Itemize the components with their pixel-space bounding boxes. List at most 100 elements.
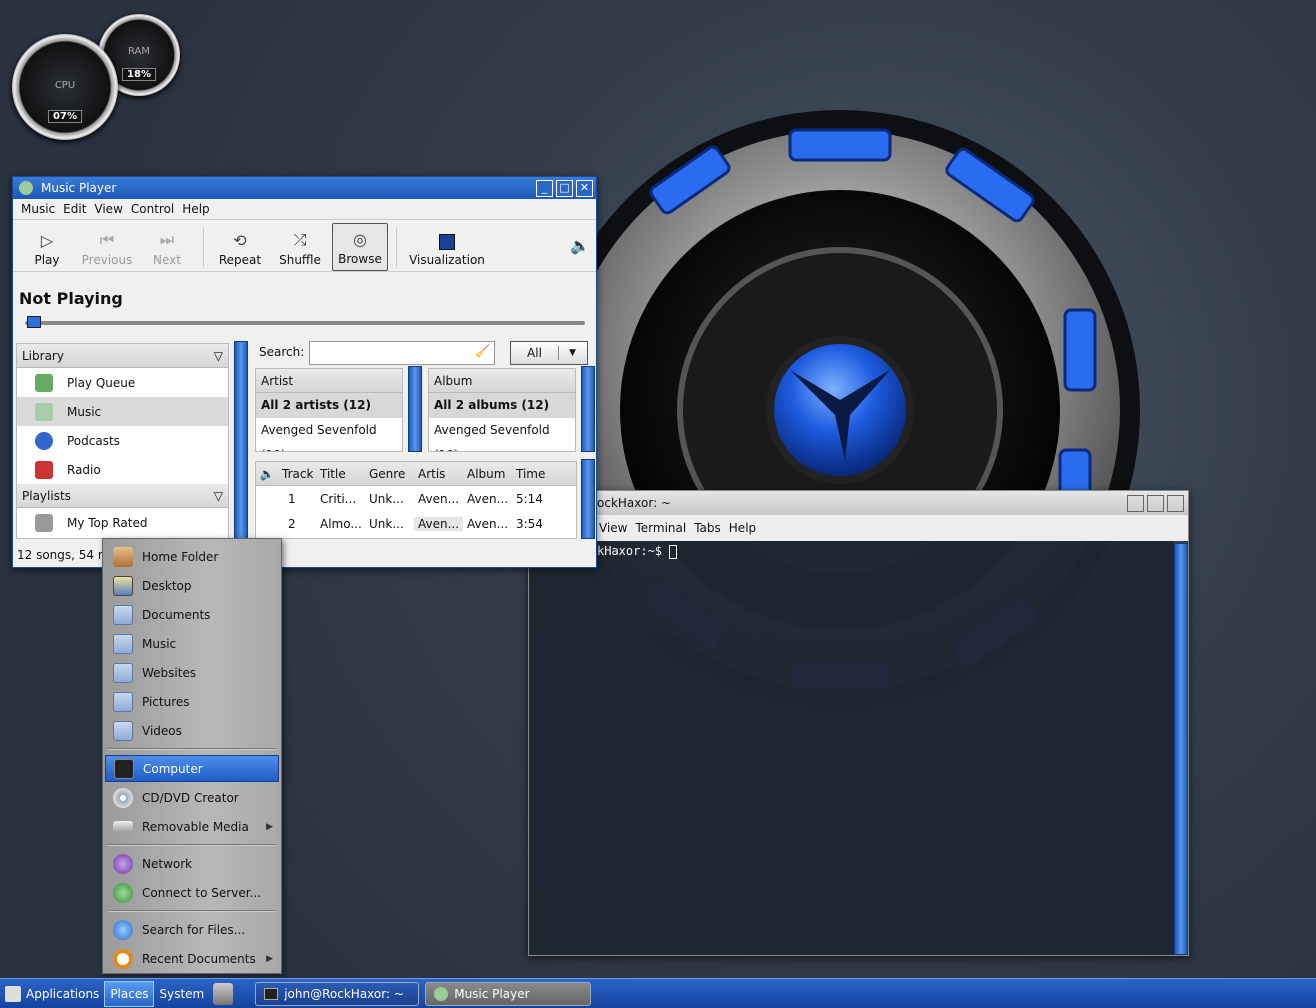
terminal-titlebar[interactable]: ockHaxor: ~ bbox=[529, 491, 1188, 515]
menu-terminal[interactable]: Terminal bbox=[635, 521, 686, 535]
menu-item-documents[interactable]: Documents bbox=[105, 601, 279, 628]
system-menu[interactable]: System bbox=[154, 981, 209, 1007]
col-album[interactable]: Album bbox=[463, 467, 512, 481]
next-label: Next bbox=[153, 253, 181, 267]
repeat-button[interactable]: ⟲ Repeat bbox=[212, 223, 268, 271]
cpu-label: CPU bbox=[54, 80, 76, 91]
maximize-icon[interactable]: □ bbox=[556, 179, 573, 197]
col-artist[interactable]: Artis bbox=[414, 467, 463, 481]
menu-item-network[interactable]: Network bbox=[105, 850, 279, 877]
chevron-down-icon: ▽ bbox=[213, 348, 223, 363]
album-row[interactable]: Avenged Sevenfold (10) bbox=[429, 418, 575, 451]
col-track[interactable]: Track bbox=[278, 467, 316, 481]
previous-button[interactable]: ⏮ Previous bbox=[79, 223, 135, 271]
album-row-all[interactable]: All 2 albums (12) bbox=[429, 393, 575, 418]
task-label: john@RockHaxor: ~ bbox=[284, 986, 404, 1001]
browse-button[interactable]: ◎ Browse bbox=[332, 223, 388, 271]
track-album: Aven... bbox=[467, 491, 509, 506]
close-icon[interactable] bbox=[1167, 494, 1184, 512]
artist-pane: Artist All 2 artists (12) Avenged Sevenf… bbox=[255, 368, 403, 452]
sidebar-scrollbar[interactable] bbox=[234, 341, 248, 539]
terminal-icon bbox=[264, 987, 279, 1000]
menu-tabs[interactable]: Tabs bbox=[694, 521, 721, 535]
applications-menu[interactable]: Applications bbox=[0, 981, 104, 1007]
track-artist: Aven... bbox=[414, 516, 463, 531]
menu-item-recent-documents[interactable]: Recent Documents ▶ bbox=[105, 945, 279, 972]
artist-row-all[interactable]: All 2 artists (12) bbox=[256, 393, 402, 418]
minimize-icon[interactable] bbox=[1127, 494, 1144, 512]
menu-music[interactable]: Music bbox=[21, 202, 55, 216]
close-icon[interactable]: ✕ bbox=[576, 179, 593, 197]
minimize-icon[interactable]: _ bbox=[536, 179, 553, 197]
album-header[interactable]: Album bbox=[429, 369, 575, 393]
menu-item-removable-media[interactable]: Removable Media ▶ bbox=[105, 813, 279, 840]
track-scrollbar[interactable] bbox=[581, 459, 595, 539]
seek-slider[interactable] bbox=[25, 316, 585, 328]
music-player-titlebar[interactable]: Music Player _ □ ✕ bbox=[13, 177, 596, 199]
task-terminal[interactable]: john@RockHaxor: ~ bbox=[255, 981, 420, 1006]
terminal-scrollbar[interactable] bbox=[1174, 543, 1188, 955]
library-header[interactable]: Library ▽ bbox=[17, 344, 228, 368]
maximize-icon[interactable] bbox=[1147, 494, 1164, 512]
shuffle-icon: ⤮ bbox=[293, 230, 307, 249]
sidebar-item-radio[interactable]: Radio bbox=[17, 455, 228, 484]
menu-item-pictures[interactable]: Pictures bbox=[105, 688, 279, 715]
shuffle-label: Shuffle bbox=[279, 253, 321, 267]
filter-dropdown[interactable]: All ▼ bbox=[510, 341, 588, 365]
places-menu-button[interactable]: Places bbox=[104, 980, 155, 1007]
album-scrollbar[interactable] bbox=[581, 366, 595, 452]
col-time[interactable]: Time bbox=[512, 467, 562, 481]
play-button[interactable]: ▷ Play bbox=[19, 223, 75, 271]
menu-item-websites[interactable]: Websites bbox=[105, 659, 279, 686]
search-input[interactable]: 🧹 bbox=[309, 341, 495, 365]
chevron-down-icon: ▼ bbox=[569, 348, 576, 358]
artist-header[interactable]: Artist bbox=[256, 369, 402, 393]
sidebar-item-music[interactable]: Music bbox=[17, 397, 228, 426]
table-row[interactable]: 2 Almo... Unk... Aven... Aven... 3:54 bbox=[256, 511, 576, 536]
sidebar-item-play-queue[interactable]: Play Queue bbox=[17, 368, 228, 397]
sidebar-item-my-top-rated[interactable]: My Top Rated bbox=[17, 508, 228, 537]
toolbar-divider bbox=[203, 227, 204, 267]
menu-item-cd-dvd-creator[interactable]: CD/DVD Creator bbox=[105, 784, 279, 811]
menu-item-label: Videos bbox=[142, 723, 182, 738]
menu-item-music[interactable]: Music bbox=[105, 630, 279, 657]
visualization-button[interactable]: Visualization bbox=[405, 223, 489, 271]
folder-icon bbox=[113, 662, 133, 683]
sidebar-item-podcasts[interactable]: Podcasts bbox=[17, 426, 228, 455]
menu-item-connect-to-server[interactable]: Connect to Server... bbox=[105, 879, 279, 906]
table-row[interactable]: 1 Criti... Unk... Aven... Aven... 5:14 bbox=[256, 486, 576, 511]
task-label: Music Player bbox=[454, 986, 530, 1001]
playlists-header[interactable]: Playlists ▽ bbox=[17, 484, 228, 508]
menu-edit[interactable]: Edit bbox=[63, 202, 86, 216]
menu-item-videos[interactable]: Videos bbox=[105, 717, 279, 744]
menu-item-computer[interactable]: Computer bbox=[105, 755, 279, 782]
repeat-label: Repeat bbox=[218, 253, 262, 267]
task-music-player[interactable]: Music Player bbox=[425, 981, 592, 1006]
trash-icon[interactable] bbox=[213, 982, 234, 1005]
menu-control[interactable]: Control bbox=[131, 202, 174, 216]
seek-handle[interactable] bbox=[27, 316, 41, 328]
track-time: 3:54 bbox=[516, 516, 543, 531]
next-button[interactable]: ⏭ Next bbox=[139, 223, 195, 271]
menu-help[interactable]: Help bbox=[182, 202, 209, 216]
menu-view[interactable]: View bbox=[94, 202, 122, 216]
menu-view[interactable]: View bbox=[599, 521, 627, 535]
col-genre[interactable]: Genre bbox=[365, 467, 414, 481]
browse-label: Browse bbox=[338, 252, 382, 266]
shuffle-button[interactable]: ⤮ Shuffle bbox=[272, 223, 328, 271]
terminal-output[interactable]: kHaxor:~$ bbox=[529, 541, 1174, 955]
menu-item-desktop[interactable]: Desktop bbox=[105, 572, 279, 599]
terminal-prompt: kHaxor:~$ bbox=[597, 544, 670, 558]
clear-icon[interactable]: 🧹 bbox=[475, 344, 490, 358]
next-icon: ⏭ bbox=[159, 230, 175, 249]
artist-scrollbar[interactable] bbox=[408, 366, 422, 452]
play-label: Play bbox=[34, 253, 60, 267]
artist-row[interactable]: Avenged Sevenfold (10) bbox=[256, 418, 402, 451]
track-list: 🔈 Track Title Genre Artis Album Time 1 C… bbox=[255, 461, 577, 539]
menu-help[interactable]: Help bbox=[729, 521, 756, 535]
menu-item-home-folder[interactable]: Home Folder bbox=[105, 543, 279, 570]
volume-icon[interactable]: 🔈 bbox=[570, 236, 590, 255]
menu-item-search-for-files[interactable]: Search for Files... bbox=[105, 916, 279, 943]
col-title[interactable]: Title bbox=[316, 467, 365, 481]
menu-item-label: Recent Documents bbox=[142, 951, 256, 966]
